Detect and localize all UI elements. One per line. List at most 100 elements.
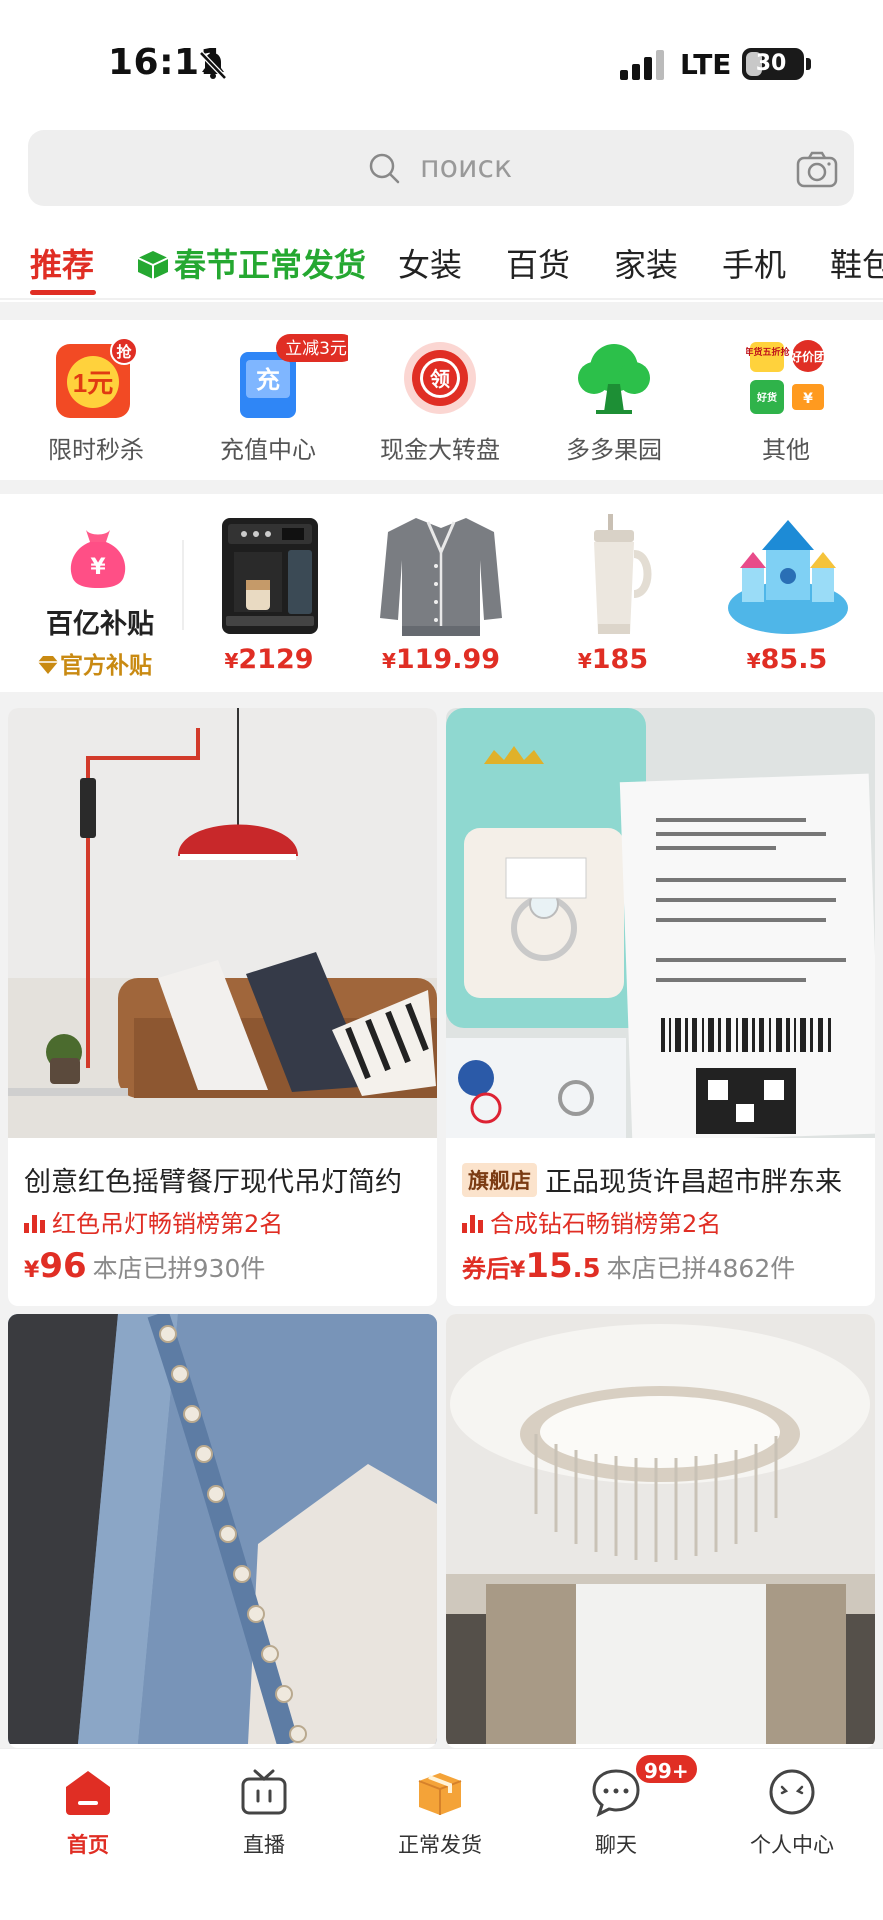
nav-profile[interactable]: 个人中心 bbox=[704, 1767, 880, 1887]
shortcut-label: 充值中心 bbox=[220, 436, 316, 464]
battery-icon: 30 bbox=[742, 48, 804, 80]
price-after-coupon-label: 券后 bbox=[462, 1255, 510, 1283]
tab-spring-festival-shipping[interactable]: 春节正常发货 bbox=[136, 240, 366, 286]
currency-symbol: ¥ bbox=[510, 1258, 526, 1283]
espresso-machine-image bbox=[222, 518, 318, 634]
unread-badge: 99+ bbox=[634, 1753, 699, 1785]
category-tabs: 推荐 春节正常发货 女装 百货 家装 手机 鞋包 bbox=[0, 226, 883, 296]
product-card[interactable]: 旗舰店 正品现货许昌超市胖东来 合成钻石畅销榜第2名 券后¥15.5 本店已拼486… bbox=[446, 708, 875, 1306]
shortcut-label: 多多果园 bbox=[566, 436, 662, 464]
denim-cardigan-image bbox=[8, 1314, 437, 1744]
shortcut-label: 限时秒杀 bbox=[48, 436, 144, 464]
svg-text:领: 领 bbox=[430, 367, 450, 391]
svg-text:抢: 抢 bbox=[116, 343, 132, 361]
subsidy-subtitle-text: 官方补贴 bbox=[60, 653, 152, 679]
subsidy-title: 百亿补贴 bbox=[46, 609, 154, 640]
product-card[interactable]: 创意红色摇臂餐厅现代吊灯简约 红色吊灯畅销榜第2名 ¥96 本店已拼930件 bbox=[8, 708, 437, 1306]
nav-label: 首页 bbox=[67, 1833, 109, 1857]
tab-shoes-bags[interactable]: 鞋包 bbox=[830, 240, 883, 286]
deal-price: ¥185 bbox=[577, 644, 649, 675]
status-bar: 16:11 LTE 30 bbox=[0, 0, 883, 120]
home-icon bbox=[66, 1771, 110, 1815]
silent-bell-icon bbox=[199, 51, 227, 80]
product-title: 旗舰店 正品现货许昌超市胖东来 bbox=[462, 1160, 867, 1199]
nav-label: 个人中心 bbox=[750, 1833, 834, 1857]
sold-count: 本店已拼930件 bbox=[92, 1254, 266, 1283]
shortcut-prize-wheel[interactable]: 领 现金大转盘 bbox=[360, 330, 520, 470]
shortcut-orchard[interactable]: 多多果园 bbox=[534, 330, 694, 470]
tumbler-cup-image bbox=[594, 514, 652, 634]
price-decimal: .5 bbox=[572, 1254, 601, 1284]
rank-text: 合成钻石畅销榜第2名 bbox=[490, 1210, 722, 1238]
divider bbox=[182, 540, 184, 630]
svg-text:1元: 1元 bbox=[73, 368, 113, 398]
profile-face-icon bbox=[769, 1769, 815, 1815]
active-tab-indicator bbox=[30, 290, 96, 295]
rank-badge: 红色吊灯畅销榜第2名 bbox=[24, 1204, 283, 1239]
bar-chart-icon bbox=[24, 1215, 45, 1233]
svg-text:好价团: 好价团 bbox=[789, 349, 826, 364]
more-grid-icon: 年货五折抢 好价团 好货 ¥ bbox=[746, 340, 826, 414]
tab-womens-clothing[interactable]: 女装 bbox=[398, 240, 462, 286]
price-line: 券后¥15.5 本店已拼4862件 bbox=[462, 1246, 795, 1286]
product-card[interactable] bbox=[8, 1314, 437, 1748]
search-input[interactable]: поиск bbox=[420, 150, 512, 185]
tab-general-goods[interactable]: 百货 bbox=[506, 240, 570, 286]
bottom-navigation: 首页 直播 正常发货 99+ 聊天 个人中心 bbox=[0, 1748, 883, 1920]
orchard-tree-icon bbox=[578, 344, 650, 414]
tab-phones[interactable]: 手机 bbox=[722, 240, 786, 286]
divider bbox=[0, 298, 883, 300]
shortcut-label: 其他 bbox=[762, 436, 810, 464]
deal-price: ¥85.5 bbox=[746, 644, 828, 675]
top-up-icon: 充 立减3元 bbox=[240, 334, 348, 418]
prize-wheel-icon: 领 bbox=[404, 342, 476, 414]
svg-text:¥: ¥ bbox=[803, 391, 813, 407]
subsidy-subtitle: 官方补贴 bbox=[36, 646, 152, 680]
tab-home-decor[interactable]: 家装 bbox=[614, 240, 678, 286]
svg-text:年货五折抢: 年货五折抢 bbox=[746, 346, 790, 358]
currency-symbol: ¥ bbox=[24, 1258, 40, 1283]
tab-label: 春节正常发货 bbox=[174, 246, 367, 284]
battery-percent: 30 bbox=[755, 51, 787, 76]
tab-recommend[interactable]: 推荐 bbox=[30, 240, 94, 286]
svg-text:充: 充 bbox=[256, 366, 280, 394]
pendant-lamp-image bbox=[8, 708, 437, 1138]
flash-sale-icon: 1元 抢 bbox=[56, 338, 138, 418]
chat-bubble-icon bbox=[592, 1769, 640, 1817]
svg-text:立减3元: 立减3元 bbox=[285, 339, 347, 359]
nav-shipping[interactable]: 正常发货 bbox=[352, 1767, 528, 1887]
search-icon bbox=[369, 153, 400, 184]
price-line: ¥96 本店已拼930件 bbox=[24, 1246, 265, 1286]
shortcut-top-up[interactable]: 充 立减3元 充值中心 bbox=[188, 330, 348, 470]
nav-live[interactable]: 直播 bbox=[176, 1767, 352, 1887]
shortcut-flash-sale[interactable]: 1元 抢 限时秒杀 bbox=[16, 330, 176, 470]
gray-cardigan-image bbox=[380, 518, 502, 636]
product-title: 创意红色摇臂餐厅现代吊灯简约 bbox=[24, 1167, 402, 1198]
bar-chart-icon bbox=[462, 1215, 483, 1233]
rank-badge: 合成钻石畅销榜第2名 bbox=[462, 1204, 721, 1239]
rank-text: 红色吊灯畅销榜第2名 bbox=[52, 1210, 284, 1238]
nav-label: 直播 bbox=[243, 1833, 285, 1857]
sold-count: 本店已拼4862件 bbox=[606, 1254, 796, 1283]
crystal-chandelier-image bbox=[446, 1314, 875, 1744]
nav-home[interactable]: 首页 bbox=[0, 1767, 176, 1887]
package-icon bbox=[137, 251, 169, 279]
toy-castle-image bbox=[728, 520, 848, 634]
shortcut-label: 现金大转盘 bbox=[380, 436, 500, 464]
price-integer: 96 bbox=[39, 1246, 87, 1286]
diamond-icon bbox=[38, 656, 58, 674]
network-type: LTE bbox=[680, 48, 732, 81]
camera-icon[interactable] bbox=[796, 150, 838, 188]
money-bag-icon: ¥ bbox=[70, 530, 126, 588]
battery-tip bbox=[806, 58, 811, 70]
flagship-store-badge: 旗舰店 bbox=[462, 1163, 537, 1197]
nav-label: 正常发货 bbox=[398, 1833, 482, 1857]
live-tv-icon bbox=[241, 1769, 287, 1815]
product-title-text: 正品现货许昌超市胖东来 bbox=[545, 1167, 842, 1198]
shortcut-other[interactable]: 年货五折抢 好价团 好货 ¥ 其他 bbox=[706, 330, 866, 470]
svg-text:好货: 好货 bbox=[756, 391, 777, 404]
svg-text:¥: ¥ bbox=[90, 555, 106, 580]
section-gap bbox=[0, 480, 883, 494]
product-card[interactable] bbox=[446, 1314, 875, 1748]
nav-chat[interactable]: 99+ 聊天 bbox=[528, 1753, 704, 1887]
